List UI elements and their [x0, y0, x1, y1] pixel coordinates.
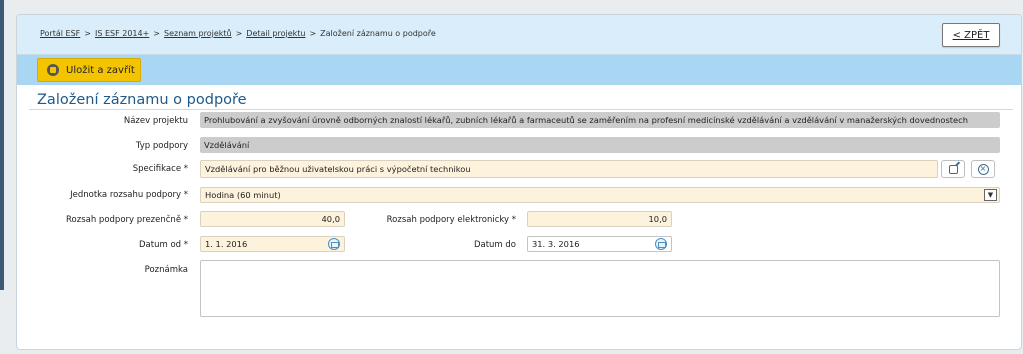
edit-icon — [948, 164, 958, 174]
specification-clear-button[interactable]: × — [971, 160, 995, 178]
chevron-down-icon[interactable]: ▼ — [984, 189, 997, 201]
specification-edit-button[interactable] — [941, 160, 965, 178]
clear-icon: × — [977, 163, 989, 175]
breadcrumb: Portál ESF > IS ESF 2014+ > Seznam projektů >… — [40, 29, 436, 38]
date-to-field[interactable]: 31. 3. 2016 — [527, 236, 672, 252]
breadcrumb-link-projects[interactable]: Seznam projektů — [164, 29, 232, 38]
title-divider — [29, 109, 1013, 110]
electronic-field[interactable]: 10,0 — [527, 211, 672, 227]
left-rail — [0, 0, 4, 290]
save-icon — [47, 64, 59, 76]
main-panel: Portál ESF > IS ESF 2014+ > Seznam projektů >… — [16, 14, 1022, 350]
save-and-close-button[interactable]: Uložit a zavřít — [37, 58, 141, 82]
support-type-field: Vzdělávání — [200, 137, 1000, 153]
calendar-icon[interactable] — [328, 238, 340, 250]
breadcrumb-link-portal[interactable]: Portál ESF — [40, 29, 80, 38]
support-type-label: Typ podpory — [135, 141, 188, 151]
in-person-field[interactable]: 40,0 — [200, 211, 345, 227]
page-title: Založení záznamu o podpoře — [37, 92, 247, 108]
date-from-field[interactable]: 1. 1. 2016 — [200, 236, 345, 252]
breadcrumb-current: Založení záznamu o podpoře — [320, 29, 436, 38]
specification-field[interactable]: Vzdělávání pro běžnou uživatelskou práci… — [200, 160, 938, 178]
date-from-label: Datum od * — [138, 240, 188, 250]
back-button[interactable]: < ZPĚT — [942, 23, 1000, 47]
in-person-label: Rozsah podpory prezenčně * — [66, 215, 188, 225]
breadcrumb-link-is-esf[interactable]: IS ESF 2014+ — [95, 29, 149, 38]
breadcrumb-link-project-detail[interactable]: Detail projektu — [246, 29, 305, 38]
note-textarea[interactable] — [200, 260, 1000, 317]
note-label: Poznámka — [144, 265, 188, 275]
electronic-label: Rozsah podpory elektronicky * — [386, 215, 516, 225]
unit-select[interactable]: Hodina (60 minut) — [200, 187, 1000, 203]
unit-label: Jednotka rozsahu podpory * — [70, 190, 188, 200]
specification-label: Specifikace * — [132, 164, 188, 174]
toolbar: Uložit a zavřít — [17, 55, 1021, 85]
date-to-label: Datum do — [473, 240, 516, 250]
project-name-label: Název projektu — [123, 116, 188, 126]
calendar-icon[interactable] — [655, 238, 667, 250]
save-and-close-label: Uložit a zavřít — [66, 64, 135, 76]
header-band: Portál ESF > IS ESF 2014+ > Seznam projektů >… — [17, 15, 1021, 55]
project-name-field: Prohlubování a zvyšování úrovně odbornýc… — [200, 112, 1000, 128]
